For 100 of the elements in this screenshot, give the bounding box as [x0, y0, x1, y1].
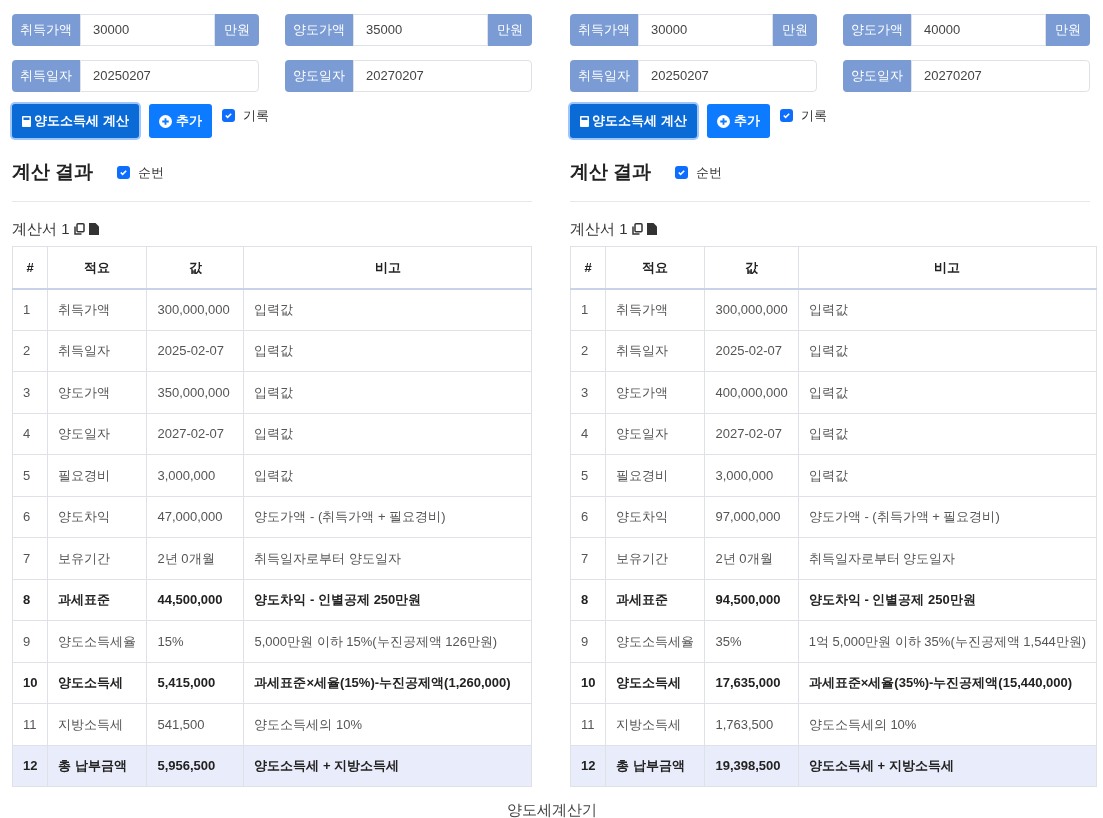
unit-label: 만원 — [488, 14, 532, 46]
table-cell: 300,000,000 — [146, 288, 244, 330]
table-cell: 1 — [12, 288, 48, 330]
document-title: 계산서 1 — [12, 218, 70, 239]
copy-icon[interactable] — [631, 222, 643, 235]
column-header: # — [12, 246, 48, 289]
column-header: 비고 — [243, 246, 532, 289]
input-field[interactable]: 20250207 — [638, 60, 817, 92]
table-cell: 94,500,000 — [704, 579, 799, 621]
table-cell: 보유기간 — [47, 537, 147, 579]
input-field[interactable]: 30000 — [80, 14, 215, 46]
table-cell: 3 — [12, 371, 48, 413]
checkbox[interactable] — [675, 165, 689, 179]
table-cell: 양도소득세율 — [47, 620, 147, 662]
input-field[interactable]: 20270207 — [911, 60, 1090, 92]
column-header: 적요 — [605, 246, 705, 289]
table-cell: 1억 5,000만원 이하 35%(누진공제액 1,544만원) — [798, 620, 1097, 662]
table-cell: 양도소득세율 — [605, 620, 705, 662]
table-cell: 400,000,000 — [704, 371, 799, 413]
table-cell: 2 — [570, 330, 606, 372]
table-cell: 350,000,000 — [146, 371, 244, 413]
unit-label: 만원 — [1046, 14, 1090, 46]
table-cell: 과세표준 — [47, 579, 147, 621]
file-icon[interactable] — [646, 222, 657, 235]
field-label: 양도일자 — [843, 60, 911, 92]
table-cell: 양도소득세의 10% — [243, 703, 532, 745]
table-cell: 입력값 — [243, 413, 532, 455]
calculate-button[interactable]: 양도소득세 계산 — [12, 104, 139, 138]
table-cell: 5,956,500 — [146, 745, 244, 787]
table-cell: 17,635,000 — [704, 662, 799, 704]
table-cell: 8 — [12, 579, 48, 621]
field-label: 취득일자 — [12, 60, 80, 92]
table-cell: 총 납부금액 — [47, 745, 147, 787]
column-header: 적요 — [47, 246, 147, 289]
table-cell: 12 — [570, 745, 606, 787]
table-cell: 35% — [704, 620, 799, 662]
table-cell: 총 납부금액 — [605, 745, 705, 787]
table-cell: 11 — [12, 703, 48, 745]
table-cell: 15% — [146, 620, 244, 662]
check-icon — [223, 111, 233, 121]
table-cell: 양도차익 - 인별공제 250만원 — [798, 579, 1097, 621]
document-title: 계산서 1 — [570, 218, 628, 239]
table-cell: 양도가액 — [47, 371, 147, 413]
column-header: 값 — [704, 246, 799, 289]
table-cell: 과세표준×세율(35%)-누진공제액(15,440,000) — [798, 662, 1097, 704]
table-cell: 양도가액 - (취득가액 + 필요경비) — [798, 496, 1097, 538]
file-icon[interactable] — [88, 222, 99, 235]
table-cell: 3,000,000 — [146, 454, 244, 496]
plus-circle-icon — [716, 114, 730, 128]
table-cell: 9 — [570, 620, 606, 662]
table-cell: 과세표준 — [605, 579, 705, 621]
table-cell: 1,763,500 — [704, 703, 799, 745]
table-cell: 2년 0개월 — [146, 537, 244, 579]
check-icon — [119, 167, 129, 177]
table-cell: 6 — [12, 496, 48, 538]
table-cell: 9 — [12, 620, 48, 662]
table-cell: 2년 0개월 — [704, 537, 799, 579]
table-cell: 입력값 — [798, 371, 1097, 413]
input-field[interactable]: 20250207 — [80, 60, 259, 92]
unit-label: 만원 — [215, 14, 259, 46]
table-cell: 8 — [570, 579, 606, 621]
input-field[interactable]: 20270207 — [353, 60, 532, 92]
table-cell: 양도일자 — [47, 413, 147, 455]
table-cell: 입력값 — [798, 413, 1097, 455]
input-field[interactable]: 40000 — [911, 14, 1046, 46]
table-cell: 입력값 — [798, 330, 1097, 372]
table-cell: 필요경비 — [47, 454, 147, 496]
add-button[interactable]: 추가 — [706, 104, 770, 138]
table-cell: 취득일자 — [47, 330, 147, 372]
add-button[interactable]: 추가 — [148, 104, 212, 138]
calculate-button[interactable]: 양도소득세 계산 — [570, 104, 697, 138]
table-cell: 4 — [570, 413, 606, 455]
table-cell: 2027-02-07 — [146, 413, 244, 455]
table-cell: 양도차익 - 인별공제 250만원 — [243, 579, 532, 621]
calculator-icon — [22, 115, 31, 127]
table-cell: 양도가액 — [605, 371, 705, 413]
table-cell: 입력값 — [243, 371, 532, 413]
field-label: 취득일자 — [570, 60, 638, 92]
table-cell: 5,415,000 — [146, 662, 244, 704]
checkbox[interactable] — [221, 109, 235, 123]
table-cell: 10 — [12, 662, 48, 704]
table-cell: 양도일자 — [605, 413, 705, 455]
field-label: 양도가액 — [285, 14, 353, 46]
table-cell: 입력값 — [798, 288, 1097, 330]
checkbox[interactable] — [117, 165, 131, 179]
input-field[interactable]: 35000 — [353, 14, 488, 46]
table-cell: 필요경비 — [605, 454, 705, 496]
table-cell: 양도소득세 + 지방소득세 — [798, 745, 1097, 787]
checkbox[interactable] — [779, 109, 793, 123]
table-cell: 양도소득세 + 지방소득세 — [243, 745, 532, 787]
table-cell: 보유기간 — [605, 537, 705, 579]
table-cell: 지방소득세 — [47, 703, 147, 745]
table-cell: 2 — [12, 330, 48, 372]
table-cell: 취득일자로부터 양도일자 — [243, 537, 532, 579]
checkbox-label: 순번 — [696, 163, 723, 182]
input-field[interactable]: 30000 — [638, 14, 773, 46]
column-header: 비고 — [798, 246, 1097, 289]
column-header: # — [570, 246, 606, 289]
copy-icon[interactable] — [73, 222, 85, 235]
section-heading: 계산 결과 — [12, 160, 94, 184]
